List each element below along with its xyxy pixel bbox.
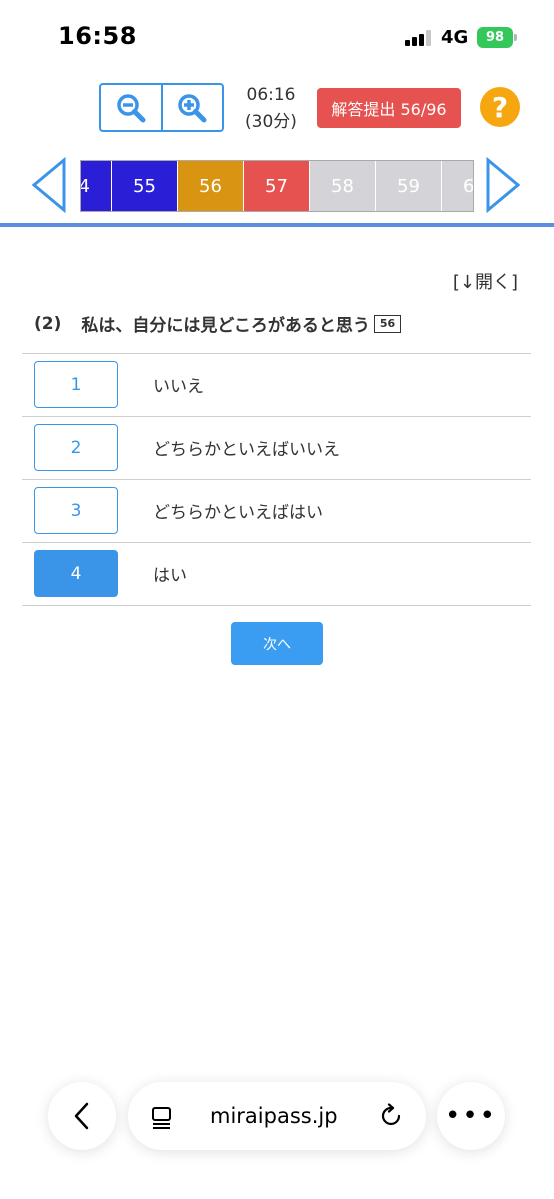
option-label: いいえ: [153, 377, 204, 397]
timer-limit: (30分): [245, 112, 297, 132]
question-nav-item[interactable]: 57: [244, 161, 310, 211]
question-navigator: 54555657585960: [80, 160, 474, 212]
question-badge: 56: [373, 314, 402, 333]
option-4-button[interactable]: 4: [34, 550, 118, 597]
option-row: 2 どちらかといえばいいえ: [22, 417, 531, 480]
zoom-out-button[interactable]: [101, 85, 161, 130]
next-arrow-icon[interactable]: [485, 157, 521, 213]
open-link[interactable]: [↓開く]: [453, 268, 518, 294]
status-time: 16:58: [58, 22, 137, 50]
option-2-button[interactable]: 2: [34, 424, 118, 471]
question-number: (2): [34, 313, 62, 334]
question-text: 私は、自分には見どころがあると思う: [81, 316, 370, 336]
question-nav-item[interactable]: 56: [178, 161, 244, 211]
option-label: どちらかといえばはい: [153, 503, 323, 523]
divider: [0, 223, 554, 227]
next-button[interactable]: 次へ: [231, 622, 323, 665]
tabs-icon: [152, 1107, 171, 1129]
zoom-controls: [99, 83, 224, 132]
network-label: 4G: [441, 27, 469, 48]
timer-elapsed: 06:16: [246, 85, 296, 105]
zoom-in-button[interactable]: [160, 85, 223, 130]
zoom-out-icon: [117, 93, 146, 122]
battery-icon: 98: [477, 27, 517, 48]
question-title: (2) 私は、自分には見どころがあると思う 56: [34, 311, 402, 336]
more-options-icon[interactable]: •••: [437, 1082, 505, 1150]
option-label: どちらかといえばいいえ: [153, 440, 340, 460]
timer: 06:16 (30分): [235, 82, 307, 136]
question-nav-item[interactable]: 55: [112, 161, 178, 211]
reload-icon[interactable]: [379, 1103, 405, 1129]
prev-arrow-icon[interactable]: [31, 157, 67, 213]
submit-button[interactable]: 解答提出 56/96: [317, 88, 461, 128]
question-nav-item[interactable]: 59: [376, 161, 442, 211]
option-1-button[interactable]: 1: [34, 361, 118, 408]
question-nav-item[interactable]: 58: [310, 161, 376, 211]
option-label: はい: [153, 566, 187, 586]
help-icon[interactable]: ?: [480, 87, 520, 127]
url-text: miraipass.jp: [210, 1104, 338, 1128]
options-list: 1 いいえ 2 どちらかといえばいいえ 3 どちらかといえばはい 4 はい: [22, 353, 531, 606]
option-row: 4 はい: [22, 543, 531, 606]
question-nav-item[interactable]: 54: [81, 161, 112, 211]
signal-icon: [405, 30, 433, 46]
question-nav-item[interactable]: 60: [442, 161, 473, 211]
address-bar[interactable]: miraipass.jp: [128, 1082, 426, 1150]
browser-back-button[interactable]: [48, 1082, 116, 1150]
option-row: 1 いいえ: [22, 354, 531, 417]
option-3-button[interactable]: 3: [34, 487, 118, 534]
zoom-in-icon: [178, 93, 207, 122]
chevron-left-icon: [74, 1102, 89, 1130]
option-row: 3 どちらかといえばはい: [22, 480, 531, 543]
